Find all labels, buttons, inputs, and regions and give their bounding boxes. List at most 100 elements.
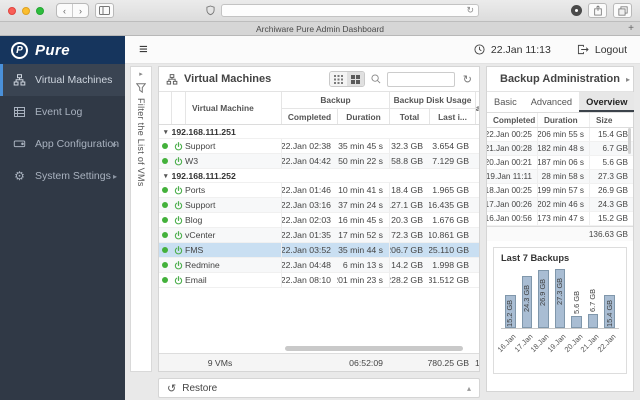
chart-bar[interactable]: 6.7 GB bbox=[587, 268, 600, 328]
power-icon[interactable] bbox=[171, 139, 185, 153]
tab-basic[interactable]: Basic bbox=[487, 92, 524, 112]
backup-row[interactable]: 19.Jan 11:1128 min 58 s27.3 GB bbox=[487, 170, 633, 184]
back-button[interactable]: ‹ bbox=[57, 4, 72, 17]
column-header-completed[interactable]: Completed bbox=[487, 113, 537, 127]
gears-icon: ⚙ bbox=[13, 170, 26, 182]
grid-view-button[interactable] bbox=[347, 72, 364, 86]
extension-icon[interactable] bbox=[571, 5, 582, 16]
minimize-window-button[interactable] bbox=[22, 7, 30, 15]
vm-duration: 17 min 52 s bbox=[337, 228, 389, 242]
vm-row[interactable]: Ports 22.Jan 01:46 10 min 41 s 18.4 GB 1… bbox=[159, 183, 479, 198]
restore-panel[interactable]: ↺ Restore ▴ bbox=[158, 378, 480, 398]
vm-row[interactable]: Support 22.Jan 03:16 37 min 24 s 127.1 G… bbox=[159, 198, 479, 213]
browser-toolbar: ‹ › ↻ bbox=[0, 0, 640, 22]
tab-overview[interactable]: Overview bbox=[579, 92, 634, 112]
chart-bar[interactable]: 24.3 GB bbox=[521, 268, 534, 328]
expand-filter-icon[interactable]: ▸ bbox=[139, 70, 143, 78]
restore-label: Restore bbox=[182, 383, 217, 394]
column-header-duration[interactable]: Duration bbox=[537, 113, 589, 127]
shield-icon[interactable] bbox=[206, 5, 215, 16]
filter-strip[interactable]: ▸ Filter the List of VMs bbox=[130, 66, 152, 372]
vm-last: 25.110 GB bbox=[429, 243, 475, 257]
menu-toggle-button[interactable]: ≡ bbox=[139, 43, 148, 57]
power-icon[interactable] bbox=[171, 213, 185, 227]
address-bar[interactable]: ↻ bbox=[221, 4, 479, 17]
vm-row-selected[interactable]: FMS 22.Jan 03:52 35 min 44 s 206.7 GB 25… bbox=[159, 243, 479, 258]
reload-icon[interactable]: ↻ bbox=[466, 5, 474, 16]
sidebar-item-label: Virtual Machines bbox=[35, 74, 112, 86]
sidebar-toggle-button[interactable] bbox=[95, 3, 114, 18]
chart-bar[interactable]: 15.2 GB bbox=[504, 268, 517, 328]
power-icon[interactable] bbox=[171, 243, 185, 257]
restore-icon: ↺ bbox=[167, 382, 176, 395]
refresh-button[interactable]: ↻ bbox=[463, 73, 472, 86]
power-icon[interactable] bbox=[171, 228, 185, 242]
power-icon[interactable] bbox=[171, 183, 185, 197]
close-window-button[interactable] bbox=[8, 7, 16, 15]
chart-bar[interactable]: 15.4 GB bbox=[603, 268, 616, 328]
browser-tab[interactable]: Archiware Pure Admin Dashboard + bbox=[0, 22, 640, 36]
chart-bar[interactable]: 27.3 GB bbox=[554, 268, 567, 328]
power-icon[interactable] bbox=[171, 198, 185, 212]
list-view-button[interactable] bbox=[330, 72, 347, 86]
vm-name: vCenter bbox=[185, 228, 281, 242]
backup-row[interactable]: 22.Jan 00:25206 min 55 s15.4 GB bbox=[487, 128, 633, 142]
sitemap-icon bbox=[13, 74, 26, 86]
share-button[interactable] bbox=[588, 3, 607, 18]
search-input[interactable] bbox=[387, 72, 455, 87]
host-group-row[interactable]: ▾ 192.168.111.252 bbox=[159, 169, 479, 183]
sidebar-item-system-settings[interactable]: ⚙ System Settings ▸ bbox=[0, 160, 125, 192]
group-header-disk-usage: Backup Disk Usage bbox=[389, 92, 475, 108]
column-header-last[interactable]: Last i... bbox=[429, 108, 475, 124]
vm-completed: 22.Jan 02:03 bbox=[281, 213, 337, 227]
column-header-size[interactable]: Size bbox=[589, 113, 633, 127]
chart-bar[interactable]: 26.9 GB bbox=[537, 268, 550, 328]
vm-name: Blog bbox=[185, 213, 281, 227]
clock-icon bbox=[474, 44, 485, 55]
vertical-scrollbar-thumb[interactable] bbox=[628, 128, 631, 154]
host-group-row[interactable]: ▾ 192.168.111.251 bbox=[159, 125, 479, 139]
column-header-total[interactable]: Total bbox=[389, 108, 429, 124]
sidebar-item-event-log[interactable]: Event Log bbox=[0, 96, 125, 128]
power-icon[interactable] bbox=[171, 273, 185, 287]
last-backups-chart: Last 7 Backups 15.2 GB24.3 GB26.9 GB27.3… bbox=[493, 247, 627, 374]
new-tab-button[interactable]: + bbox=[628, 22, 634, 35]
vm-completed: 22.Jan 02:38 bbox=[281, 139, 337, 153]
power-icon[interactable] bbox=[171, 154, 185, 168]
collapse-up-icon[interactable]: ▴ bbox=[467, 384, 471, 393]
scrollbar-thumb[interactable] bbox=[285, 346, 463, 351]
zoom-window-button[interactable] bbox=[36, 7, 44, 15]
vm-completed: 22.Jan 03:52 bbox=[281, 243, 337, 257]
status-online-dot bbox=[162, 143, 168, 149]
backup-total-size: 136.63 GB bbox=[589, 230, 628, 239]
sidebar-item-virtual-machines[interactable]: Virtual Machines bbox=[0, 64, 125, 96]
backup-row[interactable]: 18.Jan 00:25199 min 57 s26.9 GB bbox=[487, 184, 633, 198]
backup-row[interactable]: 20.Jan 00:21187 min 06 s5.6 GB bbox=[487, 156, 633, 170]
bar-value-label: 26.9 GB bbox=[538, 279, 547, 306]
vm-last: 10.861 GB bbox=[429, 228, 475, 242]
forward-button[interactable]: › bbox=[72, 4, 88, 17]
chevron-right-icon: ▸ bbox=[113, 140, 117, 149]
vm-row[interactable]: Support 22.Jan 02:38 35 min 45 s 32.3 GB… bbox=[159, 139, 479, 154]
backup-row[interactable]: 16.Jan 00:56173 min 47 s15.2 GB bbox=[487, 212, 633, 226]
logout-button[interactable]: Logout bbox=[595, 44, 627, 56]
sidebar-item-app-configuration[interactable]: App Configuration ▸ bbox=[0, 128, 125, 160]
brand-logo-icon: P bbox=[11, 42, 28, 59]
collapse-right-icon[interactable]: ▸ bbox=[626, 75, 630, 84]
vm-row[interactable]: vCenter 22.Jan 01:35 17 min 52 s 72.3 GB… bbox=[159, 228, 479, 243]
column-header-vm[interactable]: Virtual Machine bbox=[185, 92, 281, 124]
vm-row[interactable]: Redmine 22.Jan 04:48 6 min 13 s 14.2 GB … bbox=[159, 258, 479, 273]
backup-row[interactable]: 17.Jan 00:26202 min 46 s24.3 GB bbox=[487, 198, 633, 212]
backup-row[interactable]: 21.Jan 00:28182 min 48 s6.7 GB bbox=[487, 142, 633, 156]
tab-overview-button[interactable] bbox=[613, 3, 632, 18]
column-header-duration[interactable]: Duration bbox=[337, 108, 389, 124]
column-header-completed[interactable]: Completed bbox=[281, 108, 337, 124]
chart-bar[interactable]: 5.6 GB bbox=[570, 268, 583, 328]
vm-row[interactable]: W3 22.Jan 04:42 50 min 22 s 58.8 GB 7.12… bbox=[159, 154, 479, 169]
tab-advanced[interactable]: Advanced bbox=[524, 92, 579, 112]
vm-row[interactable]: Email 22.Jan 08:10 201 min 23 s 228.2 GB… bbox=[159, 273, 479, 288]
power-icon[interactable] bbox=[171, 258, 185, 272]
status-online-dot bbox=[162, 277, 168, 283]
vm-row[interactable]: Blog 22.Jan 02:03 16 min 45 s 20.3 GB 1.… bbox=[159, 213, 479, 228]
bar-value-label: 15.2 GB bbox=[505, 300, 514, 327]
